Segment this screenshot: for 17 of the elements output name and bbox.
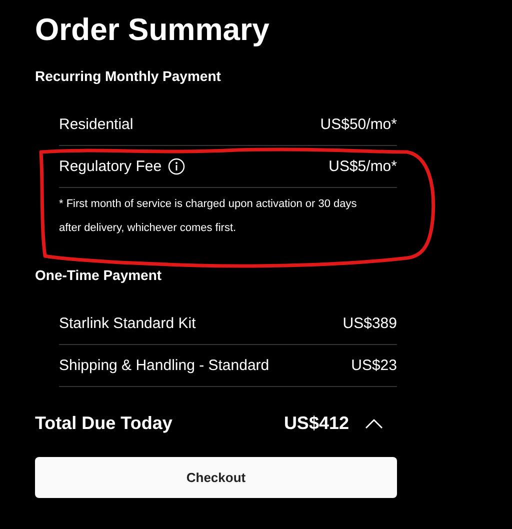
item-label: Shipping & Handling - Standard	[59, 357, 270, 374]
item-label: Starlink Standard Kit	[59, 315, 196, 332]
item-label: Residential	[59, 116, 134, 133]
item-price: US$23	[351, 357, 397, 374]
total-label: Total Due Today	[35, 413, 172, 434]
info-icon[interactable]	[168, 158, 185, 175]
checkout-button[interactable]: Checkout	[35, 457, 397, 498]
chevron-icon[interactable]	[365, 418, 383, 428]
item-price: US$389	[342, 315, 397, 332]
footnote: * First month of service is charged upon activation or 30 days after delivery, whichever comes first.	[59, 197, 358, 236]
section-heading: Recurring Monthly Payment	[35, 67, 222, 86]
page-title: Order Summary	[35, 11, 270, 49]
section-heading: One-Time Payment	[35, 266, 163, 285]
item-label: Regulatory Fee	[59, 158, 162, 175]
item-price: US$50/mo*	[320, 116, 397, 133]
total-amount: US$412	[284, 413, 349, 434]
item-price: US$5/mo*	[328, 158, 397, 175]
